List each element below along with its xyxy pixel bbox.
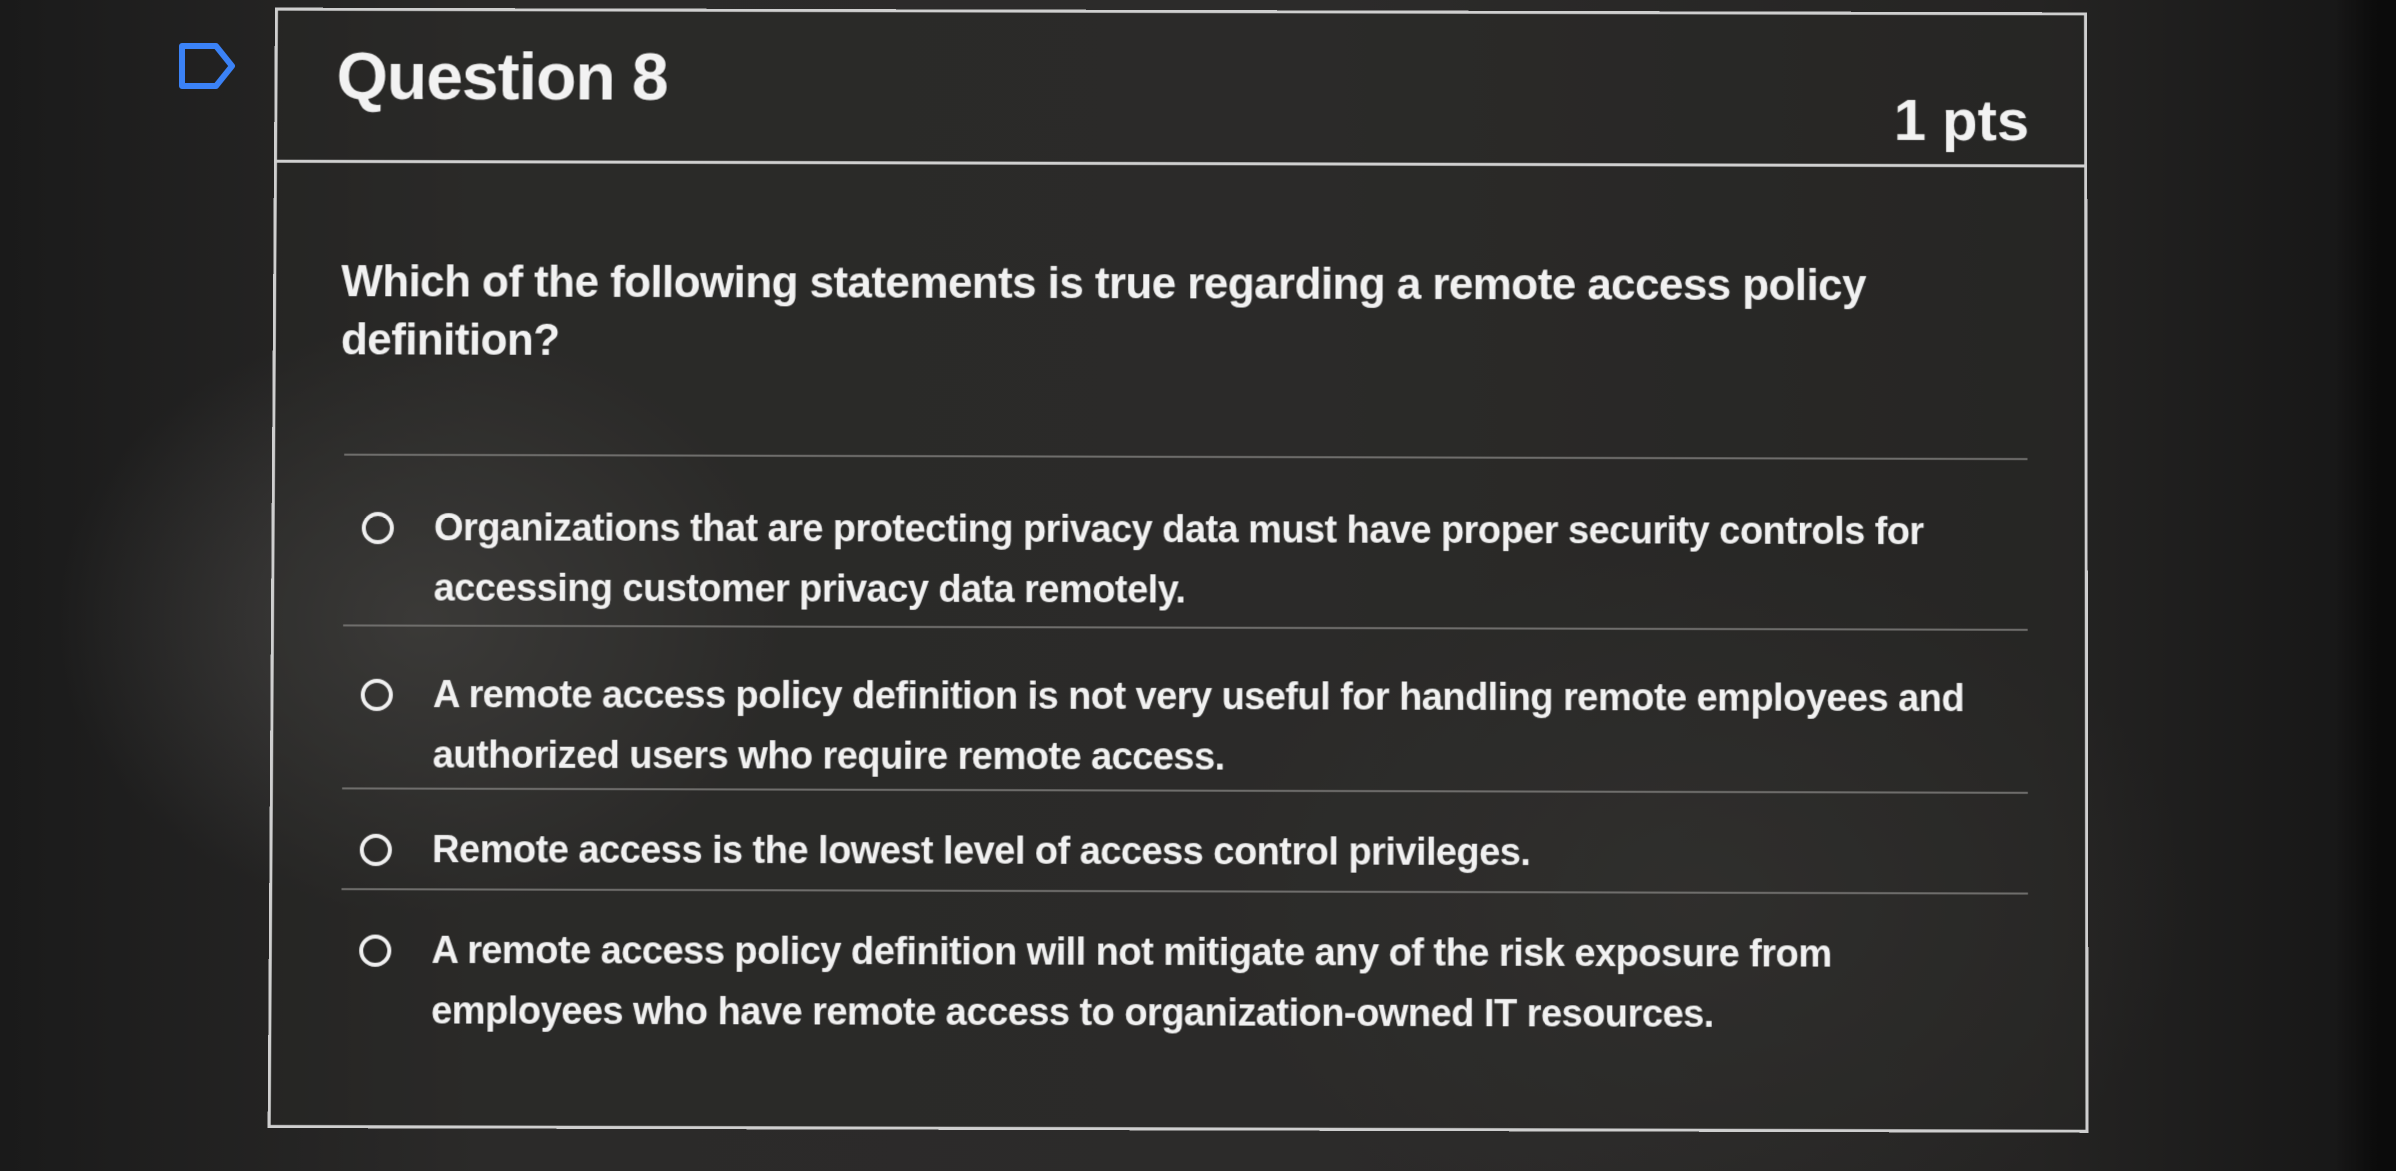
radio-button-icon[interactable] [361,511,394,545]
flag-icon[interactable] [178,40,238,92]
question-header: Question 8 1 pts [273,7,2088,168]
question-points: 1 pts [1893,87,2030,154]
radio-button-icon[interactable] [360,678,393,712]
answer-option-2[interactable]: A remote access policy definition is not… [342,624,2028,792]
screen-bezel [2336,0,2396,1171]
answer-option-3[interactable]: Remote access is the lowest level of acc… [341,787,2028,893]
radio-button-icon[interactable] [359,833,393,867]
answer-label[interactable]: A remote access policy definition will n… [431,921,1998,1046]
answer-option-1[interactable]: Organizations that are protecting privac… [343,453,2028,629]
answer-list: Organizations that are protecting privac… [340,453,2029,1046]
question-card: Question 8 1 pts Which of the following … [267,7,2089,1133]
question-prompt: Which of the following statements is tru… [340,257,1866,365]
answer-label[interactable]: Remote access is the lowest level of acc… [432,820,1998,885]
answer-option-4[interactable]: A remote access policy definition will n… [340,888,2029,1046]
question-title: Question 8 [336,38,668,114]
answer-label[interactable]: A remote access policy definition is not… [432,665,1997,790]
radio-button-icon[interactable] [359,934,392,967]
answer-label[interactable]: Organizations that are protecting privac… [433,498,1997,623]
